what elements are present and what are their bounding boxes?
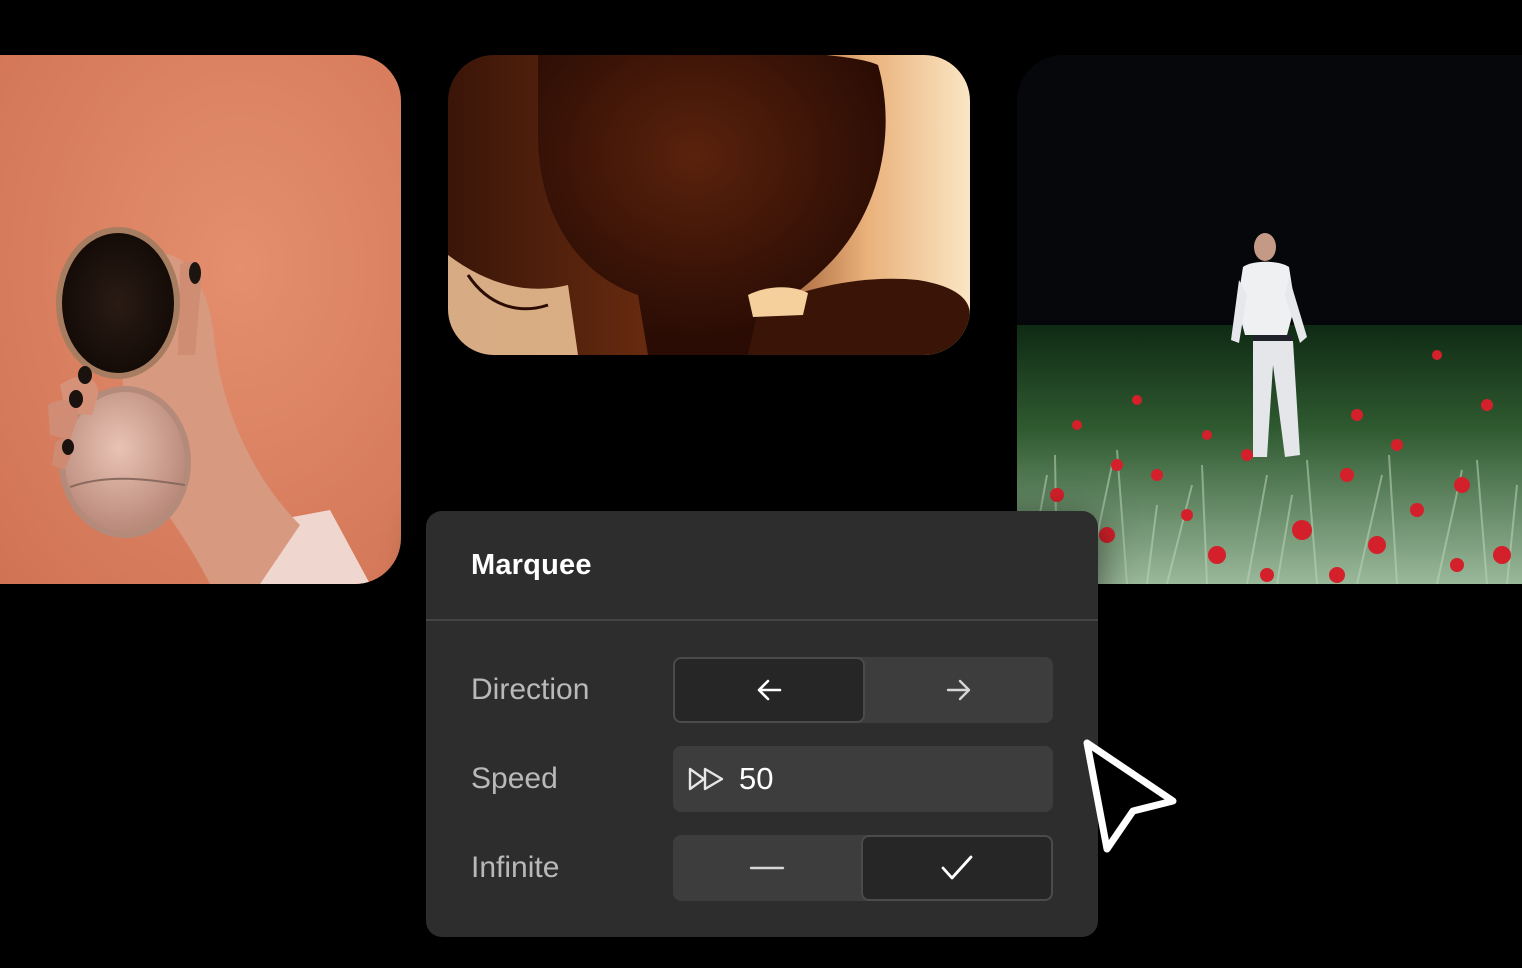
marquee-panel: Marquee Direction Speed 50 Infinite <box>426 511 1098 937</box>
photo-man-in-field <box>1017 55 1522 584</box>
infinite-on-button[interactable] <box>861 835 1053 901</box>
infinite-row: Infinite <box>471 835 1053 901</box>
check-icon <box>941 855 973 880</box>
speed-input[interactable]: 50 <box>673 746 1053 812</box>
arrow-left-icon <box>757 679 782 701</box>
photo-hand-mirror <box>0 55 401 584</box>
direction-right-button[interactable] <box>865 657 1053 723</box>
direction-row: Direction <box>471 657 1053 723</box>
direction-label: Direction <box>471 673 590 706</box>
dash-icon <box>749 866 785 870</box>
speed-value: 50 <box>739 761 774 796</box>
infinite-off-button[interactable] <box>673 835 861 901</box>
arrow-right-icon <box>946 679 971 701</box>
direction-left-button[interactable] <box>673 657 865 723</box>
panel-title: Marquee <box>471 548 592 581</box>
speed-row: Speed 50 <box>471 746 1053 812</box>
panel-header: Marquee <box>426 511 1098 621</box>
fast-forward-icon <box>688 767 724 791</box>
pointer-cursor-icon <box>1083 739 1177 853</box>
infinite-segmented-control <box>673 835 1053 901</box>
speed-label: Speed <box>471 762 558 795</box>
photo-backlit-silhouette <box>448 55 970 355</box>
direction-segmented-control <box>673 657 1053 723</box>
infinite-label: Infinite <box>471 851 560 884</box>
